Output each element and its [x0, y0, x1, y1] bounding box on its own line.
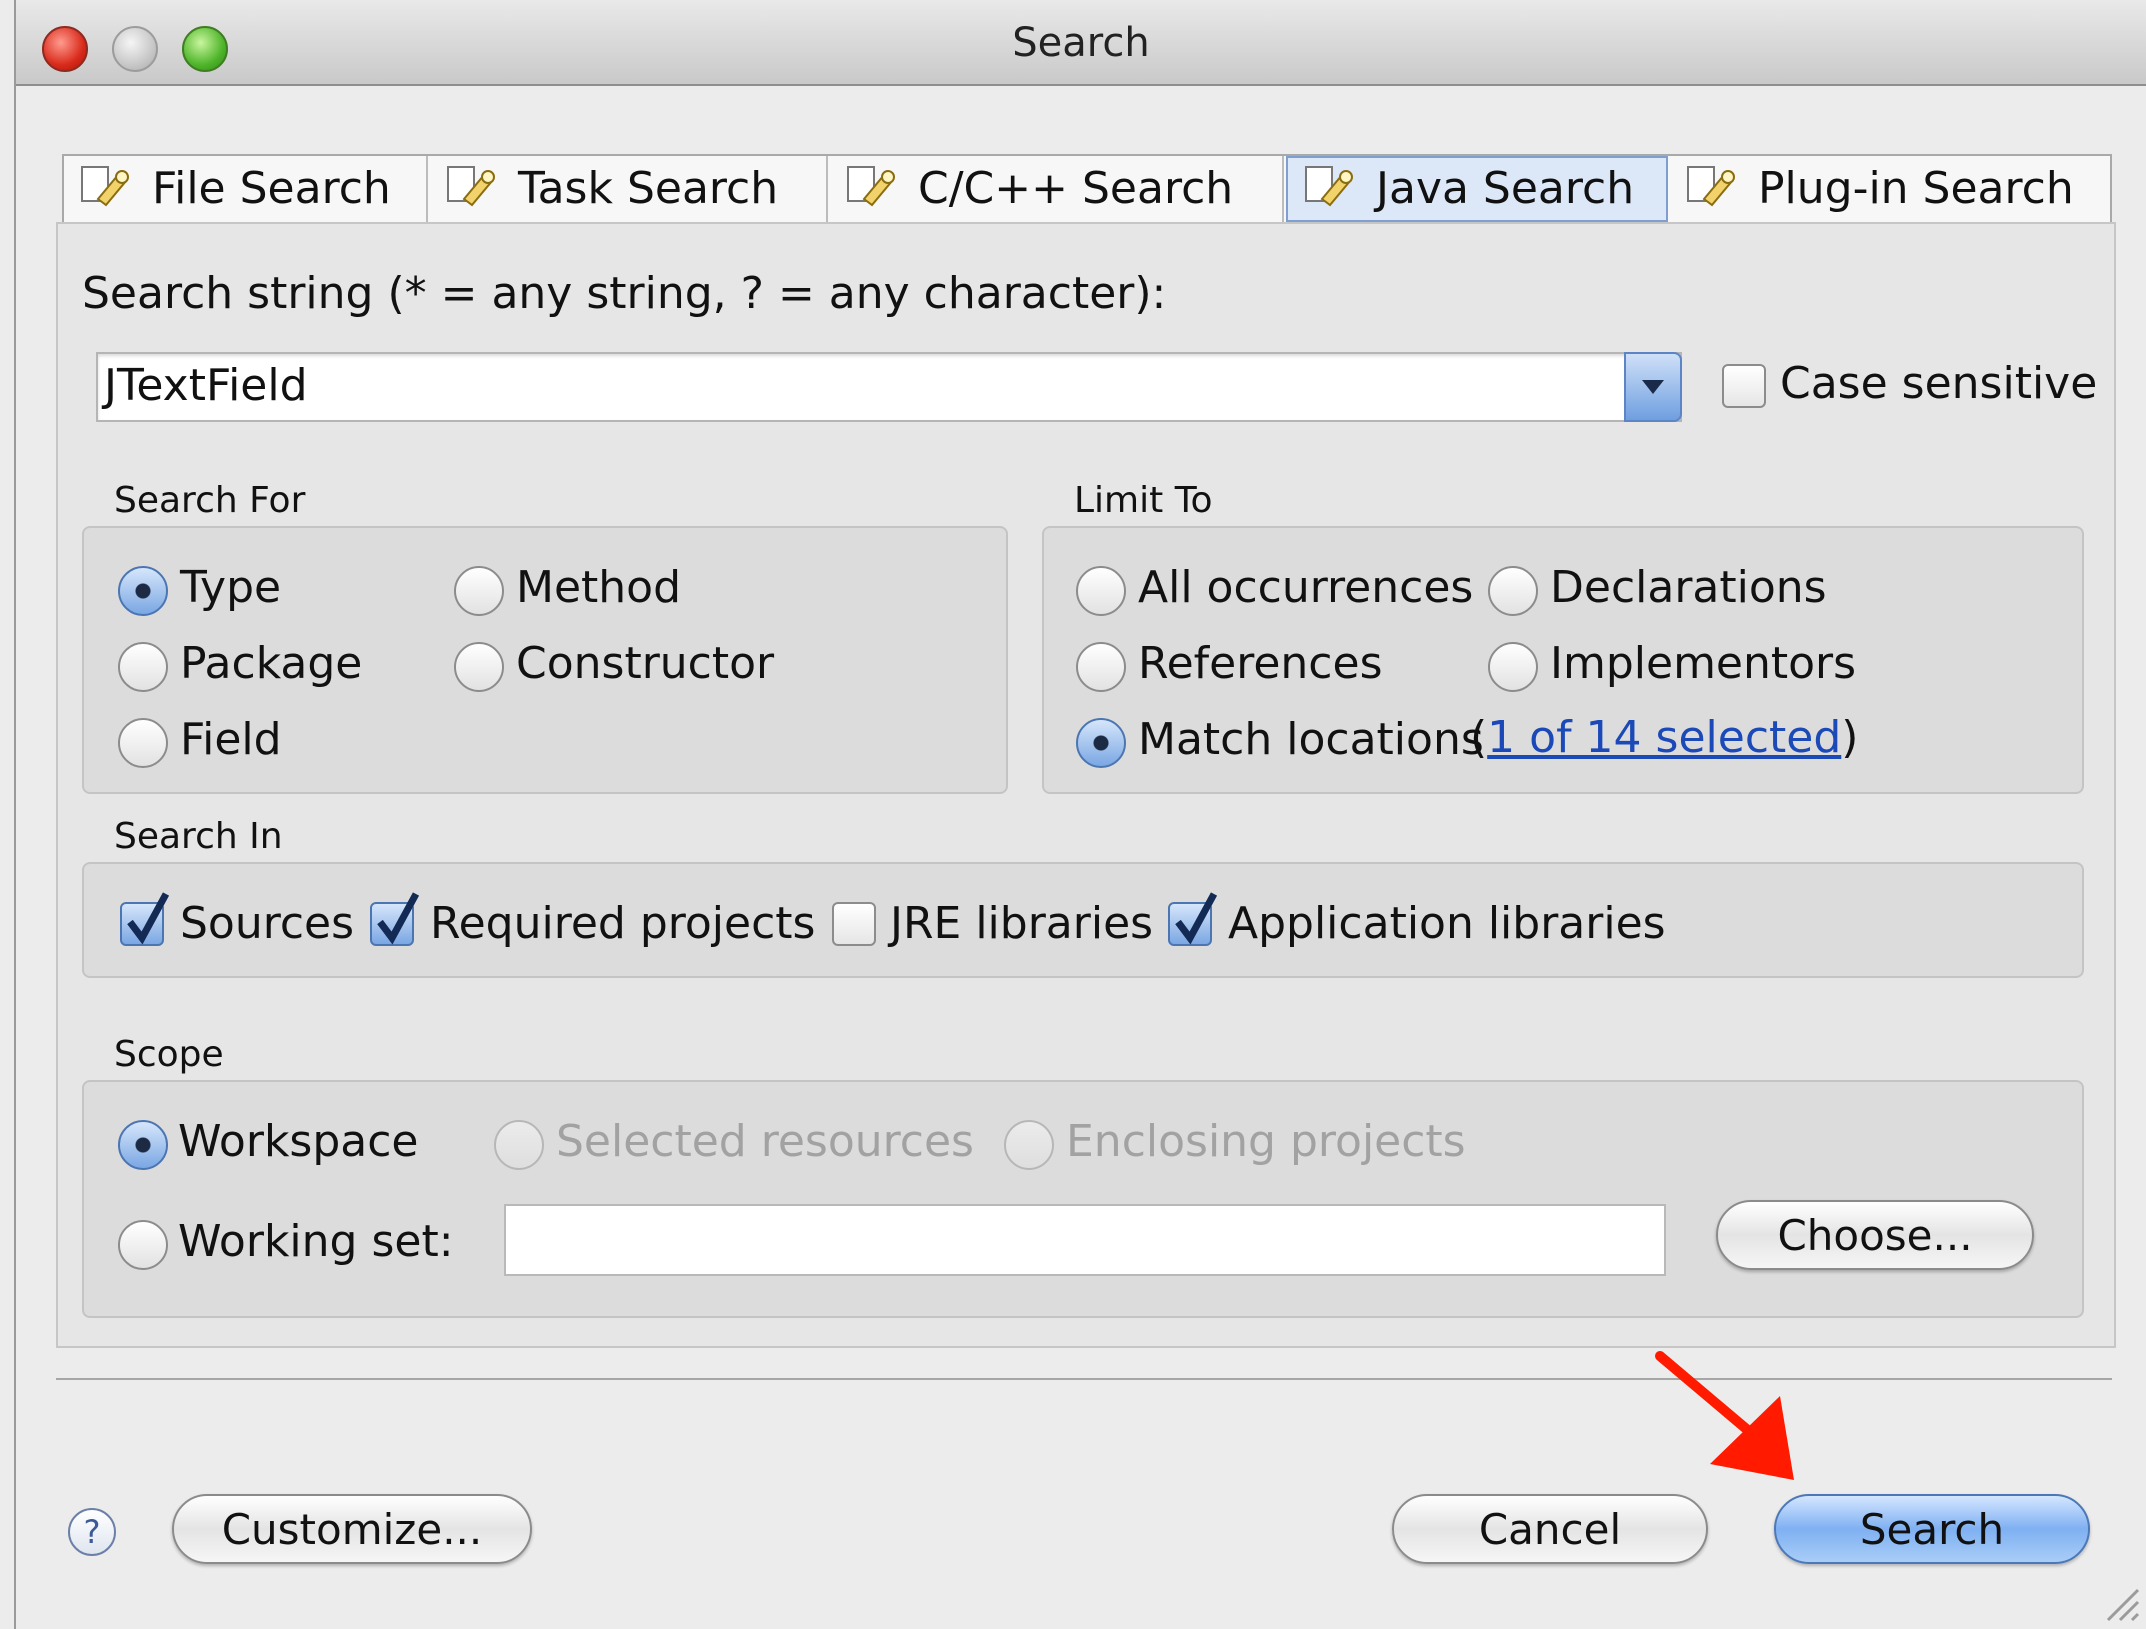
choose-button[interactable]: Choose... — [1716, 1200, 2034, 1270]
radio-type-label: Type — [180, 562, 282, 613]
radio-field[interactable] — [118, 718, 168, 768]
radio-declarations-label: Declarations — [1550, 562, 1827, 613]
customize-button[interactable]: Customize... — [172, 1494, 532, 1564]
radio-workspace-label: Workspace — [178, 1116, 419, 1167]
checkbox-jre-libraries[interactable] — [832, 902, 876, 946]
radio-implementors[interactable] — [1488, 642, 1538, 692]
working-set-input[interactable] — [504, 1204, 1666, 1276]
tab-file-search[interactable]: File Search — [64, 156, 428, 222]
checkbox-application-libraries[interactable] — [1168, 892, 1218, 946]
checkbox-required-projects[interactable] — [370, 892, 420, 946]
tab-task-search[interactable]: Task Search — [430, 156, 828, 222]
case-sensitive-checkbox[interactable] — [1722, 364, 1766, 408]
red-arrow-annotation — [1655, 1351, 1794, 1480]
search-string-label: Search string (* = any string, ? = any c… — [82, 268, 1167, 319]
radio-constructor-label: Constructor — [516, 638, 775, 689]
checkmark-icon — [377, 892, 420, 945]
radio-workspace[interactable] — [118, 1120, 168, 1170]
tab-label: Task Search — [518, 163, 779, 214]
radio-working-set[interactable] — [118, 1220, 168, 1270]
tab-java-search[interactable]: Java Search — [1286, 156, 1668, 222]
radio-all-occurrences-label: All occurrences — [1138, 562, 1474, 613]
tab-label: File Search — [152, 163, 391, 214]
radio-enclosing-projects[interactable] — [1004, 1120, 1054, 1170]
search-string-combo[interactable] — [96, 352, 1682, 422]
window-title: Search — [1012, 20, 1150, 66]
checkmark-icon — [127, 892, 170, 945]
limit-to-title: Limit To — [1074, 480, 1213, 521]
scope-title: Scope — [114, 1034, 224, 1075]
radio-references[interactable] — [1076, 642, 1126, 692]
paren-open: ( — [1470, 712, 1488, 763]
tab-plugin-search[interactable]: Plug-in Search — [1670, 156, 2110, 222]
tab-label: Java Search — [1376, 163, 1635, 214]
radio-selected-resources-label: Selected resources — [556, 1116, 974, 1167]
checkbox-sources[interactable] — [120, 892, 170, 946]
tab-label: C/C++ Search — [918, 163, 1234, 214]
minimize-window-button[interactable] — [112, 26, 158, 72]
radio-working-set-label: Working set: — [178, 1216, 454, 1267]
checkmark-icon — [1175, 892, 1218, 945]
tab-cpp-search[interactable]: C/C++ Search — [830, 156, 1284, 222]
radio-match-locations[interactable] — [1076, 718, 1126, 768]
search-for-title: Search For — [114, 480, 306, 521]
radio-constructor[interactable] — [454, 642, 504, 692]
radio-method-label: Method — [516, 562, 682, 613]
radio-method[interactable] — [454, 566, 504, 616]
combo-dropdown-button[interactable] — [1624, 352, 1682, 422]
radio-references-label: References — [1138, 638, 1383, 689]
resize-grip-icon[interactable] — [2098, 1580, 2142, 1624]
checkbox-sources-label: Sources — [180, 898, 355, 949]
help-icon[interactable]: ? — [68, 1508, 116, 1556]
search-string-value[interactable]: JTextField — [104, 360, 308, 411]
close-window-button[interactable] — [42, 26, 88, 72]
radio-package[interactable] — [118, 642, 168, 692]
chevron-down-icon — [1642, 380, 1664, 394]
match-locations-link-group: (1 of 14 selected) — [1470, 712, 1858, 763]
radio-match-locations-label: Match locations — [1138, 714, 1484, 765]
tab-label: Plug-in Search — [1758, 163, 2074, 214]
search-flashlight-icon — [1305, 166, 1353, 207]
match-locations-link[interactable]: 1 of 14 selected — [1487, 712, 1841, 763]
radio-declarations[interactable] — [1488, 566, 1538, 616]
paren-close: ) — [1841, 712, 1859, 763]
cancel-button[interactable]: Cancel — [1392, 1494, 1708, 1564]
radio-package-label: Package — [180, 638, 363, 689]
radio-field-label: Field — [180, 714, 282, 765]
checkbox-jre-libraries-label: JRE libraries — [890, 898, 1154, 949]
search-in-title: Search In — [114, 816, 283, 857]
case-sensitive-label: Case sensitive — [1780, 358, 2098, 409]
checkbox-application-libraries-label: Application libraries — [1228, 898, 1666, 949]
search-flashlight-icon — [1687, 166, 1735, 207]
radio-type[interactable] — [118, 566, 168, 616]
radio-all-occurrences[interactable] — [1076, 566, 1126, 616]
radio-selected-resources[interactable] — [494, 1120, 544, 1170]
checkbox-required-projects-label: Required projects — [430, 898, 816, 949]
radio-enclosing-projects-label: Enclosing projects — [1066, 1116, 1466, 1167]
zoom-window-button[interactable] — [182, 26, 228, 72]
search-button[interactable]: Search — [1774, 1494, 2090, 1564]
radio-implementors-label: Implementors — [1550, 638, 1857, 689]
search-flashlight-icon — [847, 166, 895, 207]
search-flashlight-icon — [447, 166, 495, 207]
search-flashlight-icon — [81, 166, 129, 207]
